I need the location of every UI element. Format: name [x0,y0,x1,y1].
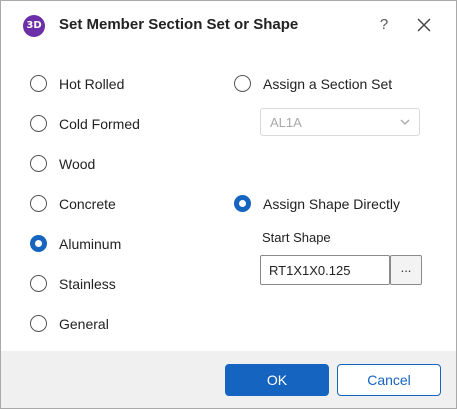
title-bar: 3D Set Member Section Set or Shape ? [1,1,456,51]
radio-stainless[interactable]: Stainless [30,275,116,292]
radio-button[interactable] [234,195,251,212]
close-button[interactable] [413,14,435,36]
radio-button[interactable] [234,75,251,92]
radio-wood[interactable]: Wood [30,155,95,172]
radio-concrete[interactable]: Concrete [30,195,116,212]
radio-button[interactable] [30,75,47,92]
start-shape-label: Start Shape [262,230,331,245]
app-logo-icon: 3D [23,15,45,37]
radio-button[interactable] [30,235,47,252]
radio-hot-rolled[interactable]: Hot Rolled [30,75,124,92]
dialog: 3D Set Member Section Set or Shape ? Hot… [0,0,457,409]
radio-cold-formed[interactable]: Cold Formed [30,115,140,132]
radio-button[interactable] [30,195,47,212]
cancel-button[interactable]: Cancel [337,364,441,396]
dialog-title: Set Member Section Set or Shape [59,16,299,33]
radio-label: Aluminum [59,235,122,252]
radio-button[interactable] [30,155,47,172]
chevron-down-icon [400,119,410,125]
radio-label: Stainless [59,275,116,292]
radio-general[interactable]: General [30,315,109,332]
radio-assign-section-set[interactable]: Assign a Section Set [234,75,392,92]
section-set-dropdown[interactable]: AL1A [260,108,420,136]
dialog-footer: OK Cancel [1,351,456,408]
browse-shape-button[interactable]: ... [390,255,422,285]
radio-label: Assign a Section Set [263,75,393,92]
ok-button[interactable]: OK [225,364,329,396]
radio-label: Hot Rolled [59,75,125,92]
radio-label: Assign Shape Directly [263,195,400,212]
help-button[interactable]: ? [373,14,395,36]
close-icon [417,18,431,32]
radio-button[interactable] [30,275,47,292]
radio-label: Cold Formed [59,115,140,132]
section-set-value: AL1A [270,115,302,130]
radio-label: General [59,315,109,332]
start-shape-input[interactable] [260,255,390,285]
radio-button[interactable] [30,115,47,132]
radio-aluminum[interactable]: Aluminum [30,235,121,252]
radio-label: Concrete [59,195,116,212]
dialog-body: Hot Rolled Cold Formed Wood Concrete Alu… [1,51,456,351]
radio-assign-shape-directly[interactable]: Assign Shape Directly [234,195,400,212]
radio-button[interactable] [30,315,47,332]
radio-label: Wood [59,155,96,172]
